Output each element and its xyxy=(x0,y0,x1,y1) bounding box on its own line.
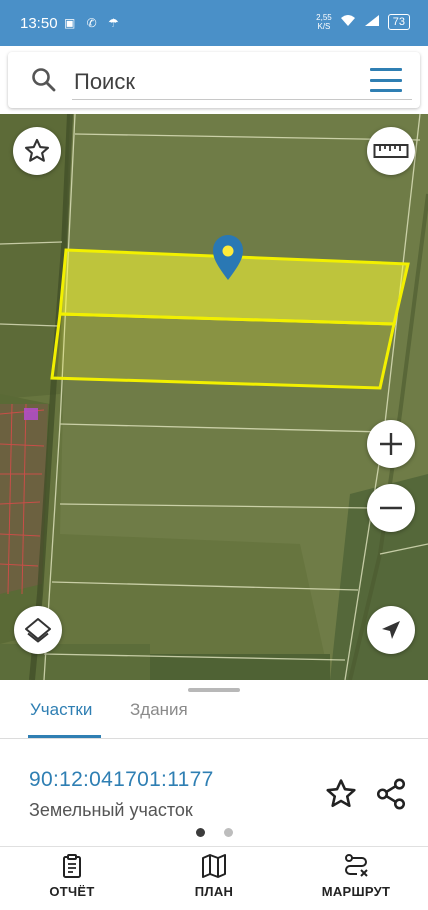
nav-plan[interactable]: ПЛАН xyxy=(154,853,274,907)
wifi-icon xyxy=(340,14,356,30)
map-canvas xyxy=(0,114,428,680)
pager-dot[interactable] xyxy=(224,828,233,837)
nav-report-label: ОТЧЁТ xyxy=(49,884,95,899)
status-bar: 13:50 ▣ ✆ ☂ 2,55 K/S 73 xyxy=(0,0,428,46)
tab-divider xyxy=(0,738,428,739)
sheet-drag-handle[interactable] xyxy=(188,688,240,692)
my-location-button[interactable] xyxy=(367,606,415,654)
route-icon xyxy=(345,854,368,877)
map-icon xyxy=(202,854,226,878)
pager-dot-active[interactable] xyxy=(196,828,205,837)
zoom-in-button[interactable] xyxy=(367,420,415,468)
network-speed: 2,55 K/S xyxy=(316,13,332,31)
signal-icon xyxy=(364,14,380,30)
nav-route[interactable]: МАРШРУТ xyxy=(296,853,416,907)
status-right: 2,55 K/S 73 xyxy=(316,13,410,31)
layers-button[interactable] xyxy=(14,606,62,654)
search-bar xyxy=(8,52,420,108)
layers-icon xyxy=(25,618,51,643)
nav-plan-label: ПЛАН xyxy=(194,884,234,899)
zoom-out-button[interactable] xyxy=(367,484,415,532)
ruler-icon xyxy=(373,144,409,158)
share-icon[interactable] xyxy=(374,777,408,811)
plus-icon xyxy=(380,433,402,455)
navigation-arrow-icon xyxy=(382,621,400,639)
search-icon[interactable] xyxy=(30,66,58,94)
info-sheet: Участки Здания 90:12:041701:1177 Земельн… xyxy=(0,680,428,846)
favorite-map-button[interactable] xyxy=(13,127,61,175)
search-input[interactable] xyxy=(72,64,412,100)
battery-indicator: 73 xyxy=(387,14,410,30)
report-icon xyxy=(63,854,81,878)
tab-buildings[interactable]: Здания xyxy=(130,700,188,720)
plot-type-label: Земельный участок xyxy=(29,800,193,820)
notification-icons: ▣ ✆ ☂ xyxy=(64,16,123,30)
cadastral-number-link[interactable]: 90:12:041701:1177 xyxy=(29,768,214,792)
status-time: 13:50 xyxy=(20,15,58,32)
nav-route-label: МАРШРУТ xyxy=(321,884,391,899)
star-icon xyxy=(24,138,50,162)
adjacent-parcel[interactable] xyxy=(50,312,396,390)
ruler-button[interactable] xyxy=(367,127,415,175)
minus-icon xyxy=(380,506,402,510)
bottom-navigation: ОТЧЁТ ПЛАН МАРШРУТ xyxy=(0,846,428,910)
favorite-star-icon[interactable] xyxy=(324,777,358,811)
menu-icon[interactable] xyxy=(370,68,402,92)
nav-report[interactable]: ОТЧЁТ xyxy=(12,853,132,907)
satellite-map[interactable] xyxy=(0,114,428,680)
tab-plots[interactable]: Участки xyxy=(30,700,92,720)
